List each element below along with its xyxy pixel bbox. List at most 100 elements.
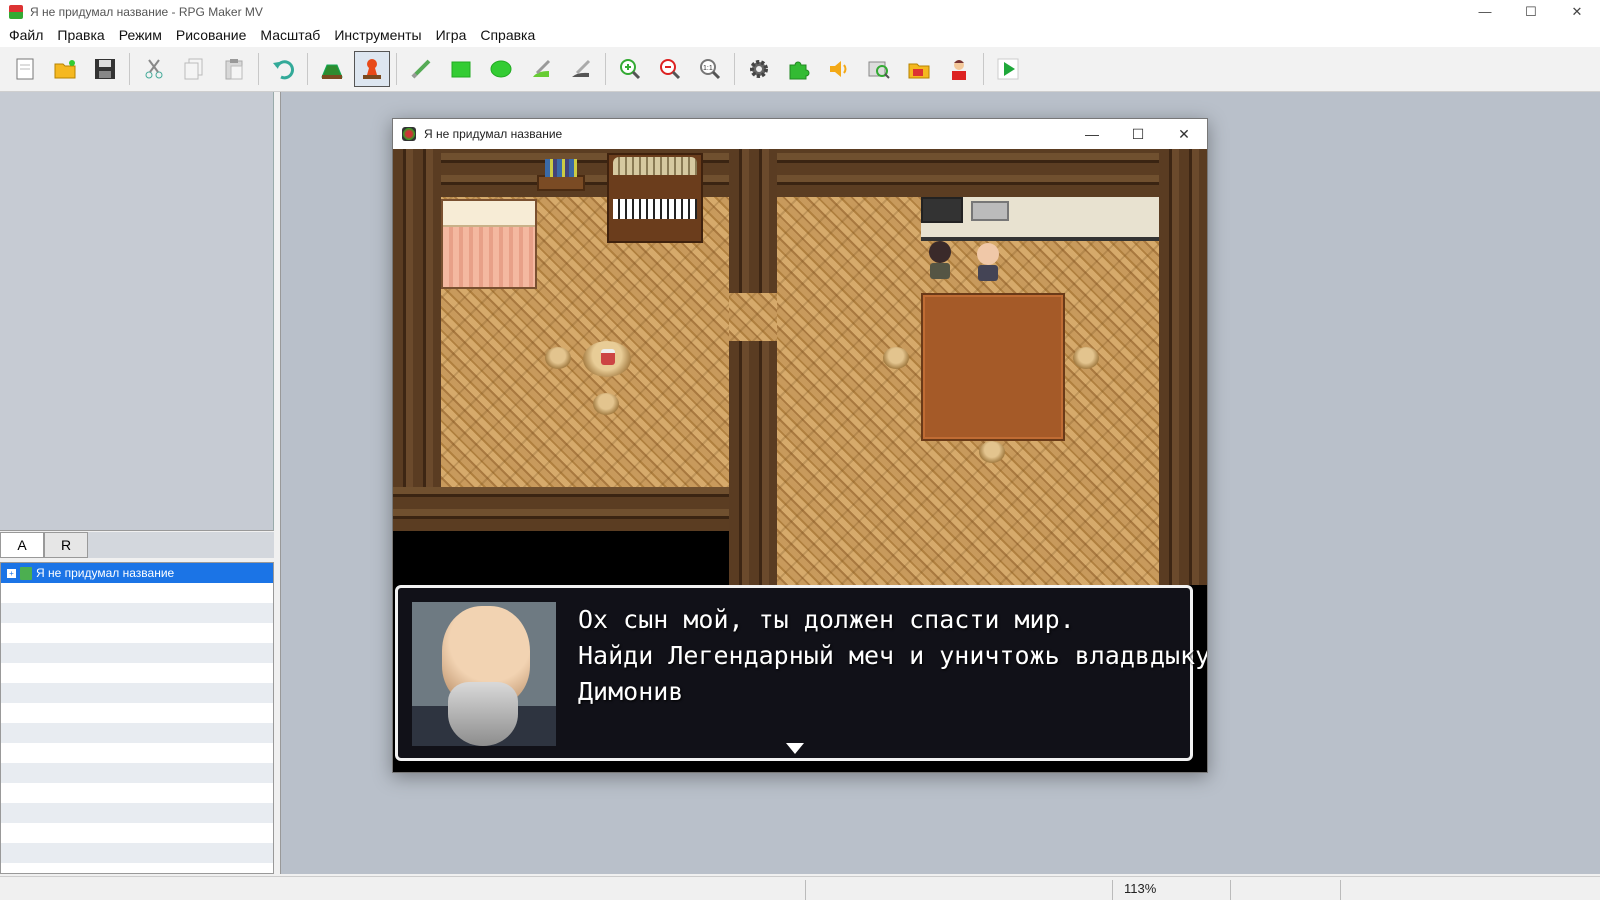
- map-tree[interactable]: + Я не придумал название: [0, 562, 274, 874]
- palette-tabs: A R: [0, 532, 274, 558]
- game-dining-table: [921, 293, 1065, 441]
- game-wall: [393, 487, 729, 531]
- ellipse-button[interactable]: [483, 51, 519, 87]
- sound-test-icon: [830, 61, 847, 77]
- close-button[interactable]: ✕: [1554, 0, 1600, 23]
- game-bed: [441, 199, 537, 289]
- list-item: [1, 723, 273, 743]
- elder-npc: [975, 243, 1001, 283]
- list-item: [1, 623, 273, 643]
- zoom-actual-icon: 1:1: [700, 59, 721, 80]
- shadow-pen-button[interactable]: [563, 51, 599, 87]
- game-stool: [979, 441, 1005, 463]
- playtest-close-button[interactable]: ✕: [1161, 119, 1207, 149]
- list-item: [1, 583, 273, 603]
- dialogue-text: Ох сын мой, ты должен спасти мир. Найди Л…: [578, 602, 1207, 710]
- event-searcher-icon: [868, 61, 890, 79]
- maximize-button[interactable]: ☐: [1508, 0, 1554, 23]
- database-icon: [750, 60, 768, 78]
- menu-draw[interactable]: Рисование: [169, 23, 254, 47]
- playtest-maximize-button[interactable]: ☐: [1115, 119, 1161, 149]
- character-generator-icon: [952, 60, 966, 80]
- continue-arrow-icon: [786, 743, 804, 754]
- toolbar-separator: [983, 53, 984, 85]
- menu-edit[interactable]: Правка: [50, 23, 111, 47]
- plugin-manager-button[interactable]: [781, 51, 817, 87]
- game-screen[interactable]: Ох сын мой, ты должен спасти мир. Найди Л…: [393, 149, 1207, 772]
- rpg-maker-app-icon: [9, 4, 23, 19]
- list-item: [1, 603, 273, 623]
- menu-scale[interactable]: Масштаб: [253, 23, 327, 47]
- event-mode-button[interactable]: [354, 51, 390, 87]
- new-project-button[interactable]: [7, 51, 43, 87]
- map-mode-icon: [321, 64, 343, 79]
- zoom-in-button[interactable]: [612, 51, 648, 87]
- map-mode-button[interactable]: [314, 51, 350, 87]
- game-wall: [393, 149, 1207, 197]
- fill-button[interactable]: [523, 51, 559, 87]
- character-generator-button[interactable]: [941, 51, 977, 87]
- map-tree-root-label: Я не придумал название: [36, 566, 175, 580]
- paste-button[interactable]: [216, 51, 252, 87]
- undo-button[interactable]: [265, 51, 301, 87]
- zoom-actual-button[interactable]: 1:1: [692, 51, 728, 87]
- list-item: [1, 763, 273, 783]
- playtest-minimize-button[interactable]: —: [1069, 119, 1115, 149]
- playtest-button[interactable]: [990, 51, 1026, 87]
- game-wall: [729, 149, 777, 293]
- pencil-button[interactable]: [403, 51, 439, 87]
- resource-manager-button[interactable]: [901, 51, 937, 87]
- toolbar-separator: [129, 53, 130, 85]
- list-item: [1, 683, 273, 703]
- game-stove: [921, 197, 963, 223]
- title-bar: Я не придумал название - RPG Maker MV — …: [0, 0, 1600, 23]
- pencil-icon: [411, 59, 431, 79]
- game-stool: [545, 347, 571, 369]
- zoom-out-icon: [660, 59, 681, 80]
- tab-r[interactable]: R: [44, 532, 88, 558]
- npc-face-portrait: [412, 602, 556, 746]
- list-item: [1, 643, 273, 663]
- game-stool: [593, 393, 619, 415]
- plugin-manager-icon: [789, 61, 810, 80]
- menu-bar: Файл Правка Режим Рисование Масштаб Инст…: [0, 23, 1600, 47]
- toolbar-separator: [734, 53, 735, 85]
- event-searcher-button[interactable]: [861, 51, 897, 87]
- status-bar: 113%: [0, 876, 1600, 900]
- menu-file[interactable]: Файл: [2, 23, 50, 47]
- copy-button[interactable]: [176, 51, 212, 87]
- rectangle-button[interactable]: [443, 51, 479, 87]
- game-organ: [607, 153, 703, 243]
- game-stool: [1073, 347, 1099, 369]
- open-project-button[interactable]: [47, 51, 83, 87]
- save-project-button[interactable]: [87, 51, 123, 87]
- undo-icon: [273, 60, 294, 80]
- menu-game[interactable]: Игра: [429, 23, 474, 47]
- menu-tools[interactable]: Инструменты: [327, 23, 428, 47]
- status-separator: [805, 880, 806, 900]
- dialogue-window[interactable]: Ох сын мой, ты должен спасти мир. Найди Л…: [395, 585, 1207, 761]
- fill-icon: [533, 59, 551, 77]
- status-separator: [1112, 880, 1113, 900]
- dialogue-line-1: Ох сын мой, ты должен спасти мир.: [578, 605, 1075, 634]
- playtest-window[interactable]: Я не придумал название — ☐ ✕ Ох сын мой,…: [392, 118, 1208, 773]
- cut-button[interactable]: [136, 51, 172, 87]
- status-separator: [1340, 880, 1341, 900]
- zoom-out-button[interactable]: [652, 51, 688, 87]
- menu-mode[interactable]: Режим: [112, 23, 169, 47]
- toolbar: 1:1: [0, 47, 1600, 92]
- map-tree-root-item[interactable]: + Я не придумал название: [1, 563, 273, 583]
- menu-help[interactable]: Справка: [473, 23, 542, 47]
- game-window-icon: [402, 127, 416, 141]
- game-sink: [971, 201, 1009, 221]
- tab-a[interactable]: A: [0, 532, 44, 558]
- svg-text:1:1: 1:1: [703, 65, 713, 72]
- ellipse-icon: [490, 60, 512, 78]
- tileset-palette-panel[interactable]: [0, 92, 274, 531]
- expand-icon[interactable]: +: [7, 568, 16, 578]
- sound-test-button[interactable]: [821, 51, 857, 87]
- minimize-button[interactable]: —: [1462, 0, 1508, 23]
- database-button[interactable]: [741, 51, 777, 87]
- list-item: [1, 703, 273, 723]
- list-item: [1, 663, 273, 683]
